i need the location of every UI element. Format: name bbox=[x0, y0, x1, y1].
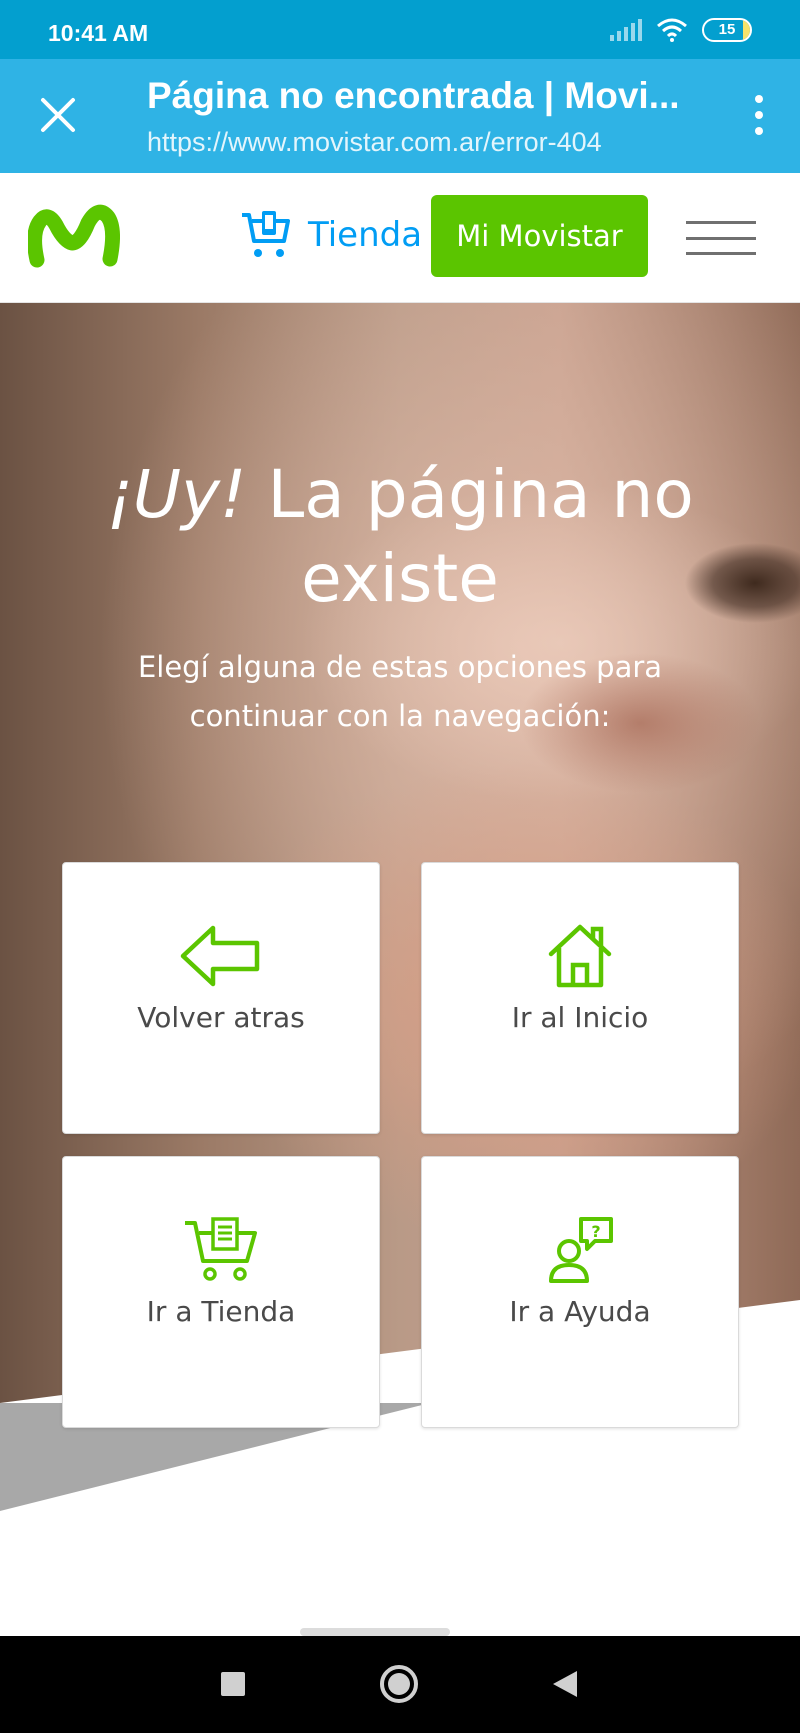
store-cart-icon bbox=[242, 211, 290, 257]
battery-icon: 15 bbox=[702, 18, 752, 42]
status-bar: 10:41 AM 15 bbox=[0, 0, 800, 59]
home-icon bbox=[545, 921, 615, 991]
wifi-icon bbox=[657, 18, 687, 42]
hero-subtitle: Elegí alguna de estas opciones para cont… bbox=[137, 650, 663, 733]
hero-title-rest: La página no existe bbox=[246, 456, 694, 617]
hero-title: ¡Uy! La página no existe bbox=[0, 453, 800, 621]
more-options-button[interactable] bbox=[746, 95, 772, 135]
option-label: Volver atras bbox=[137, 1001, 305, 1034]
browser-toolbar: Página no encontrada | Movi... https://w… bbox=[0, 59, 800, 173]
footer-peek bbox=[300, 1628, 450, 1636]
menu-button[interactable] bbox=[686, 221, 756, 255]
kebab-dot bbox=[755, 111, 763, 119]
recents-button[interactable] bbox=[203, 1654, 263, 1714]
movistar-logo-icon bbox=[27, 204, 121, 268]
tienda-label: Tienda bbox=[308, 215, 423, 255]
status-icons: 15 bbox=[610, 18, 752, 42]
system-nav-bar bbox=[0, 1636, 800, 1733]
hero-title-emphasis: ¡Uy! bbox=[106, 456, 247, 533]
home-nav-icon bbox=[380, 1665, 418, 1703]
menu-line bbox=[686, 236, 756, 240]
svg-text:?: ? bbox=[591, 1222, 600, 1241]
option-label: Ir a Ayuda bbox=[509, 1295, 651, 1328]
battery-level: 15 bbox=[718, 21, 736, 38]
back-nav-button[interactable] bbox=[535, 1654, 595, 1714]
site-header: Tienda Mi Movistar bbox=[0, 173, 800, 303]
kebab-dot bbox=[755, 95, 763, 103]
menu-line bbox=[686, 221, 756, 224]
tienda-link[interactable]: Tienda bbox=[240, 209, 422, 261]
page-url[interactable]: https://www.movistar.com.ar/error-404 bbox=[147, 127, 602, 158]
option-label: Ir al Inicio bbox=[511, 1001, 649, 1034]
kebab-dot bbox=[755, 127, 763, 135]
option-card-store[interactable]: Ir a Tienda bbox=[62, 1156, 380, 1428]
page-title: Página no encontrada | Movi... bbox=[147, 75, 680, 116]
home-nav-button[interactable] bbox=[369, 1654, 429, 1714]
back-icon bbox=[553, 1671, 577, 1697]
option-card-help[interactable]: ? Ir a Ayuda bbox=[421, 1156, 739, 1428]
option-card-home[interactable]: Ir al Inicio bbox=[421, 862, 739, 1134]
close-icon bbox=[41, 98, 75, 132]
close-tab-button[interactable] bbox=[30, 87, 86, 143]
help-chat-icon: ? bbox=[545, 1215, 615, 1285]
arrow-left-icon bbox=[179, 921, 263, 991]
recents-icon bbox=[221, 1672, 245, 1696]
battery-fill bbox=[743, 20, 750, 40]
movistar-logo[interactable] bbox=[27, 203, 121, 273]
menu-line bbox=[686, 252, 756, 255]
status-time: 10:41 AM bbox=[48, 20, 149, 46]
mi-movistar-button[interactable]: Mi Movistar bbox=[431, 195, 648, 277]
signal-icon bbox=[610, 19, 642, 41]
option-label: Ir a Tienda bbox=[146, 1295, 296, 1328]
option-card-back[interactable]: Volver atras bbox=[62, 862, 380, 1134]
cart-icon bbox=[183, 1215, 259, 1285]
